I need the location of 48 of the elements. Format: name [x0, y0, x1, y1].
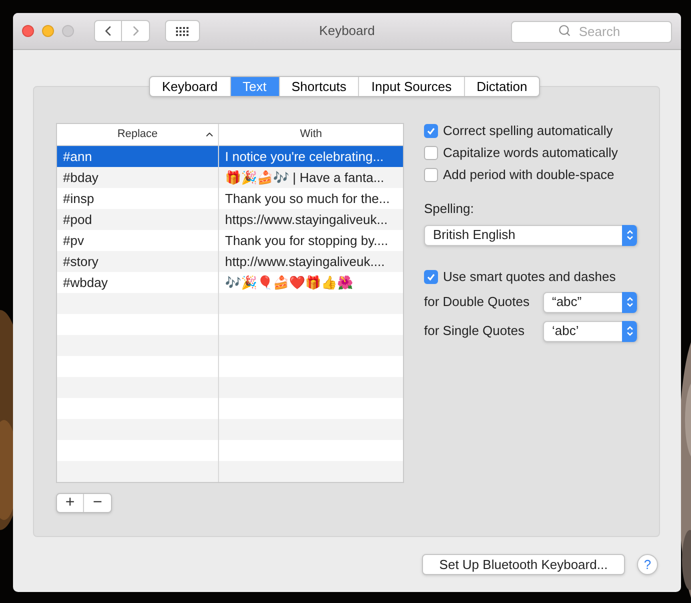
back-button[interactable] — [94, 20, 122, 42]
checkbox[interactable] — [424, 168, 438, 182]
stepper-icon — [622, 292, 637, 312]
checkmark-icon — [426, 126, 436, 136]
checkbox-label: Capitalize words automatically — [443, 144, 618, 162]
grid-icon — [176, 26, 189, 36]
quotes-label: for Single Quotes — [424, 322, 524, 340]
checkbox-label: Use smart quotes and dashes — [443, 268, 616, 286]
table-cell-text: Thank you so much for the... — [224, 190, 391, 208]
quotes-label: for Double Quotes — [424, 293, 530, 312]
checkbox[interactable] — [424, 124, 438, 138]
close-button[interactable] — [22, 25, 34, 37]
table-cell-text: Thank you for stopping by.... — [224, 232, 390, 250]
table-row[interactable]: #pod https://www.stayingaliveuk... — [57, 209, 403, 230]
tab[interactable]: Keyboard — [150, 77, 230, 96]
checkbox-label: Add period with double-space — [443, 166, 614, 184]
checkmark-icon — [426, 272, 436, 282]
tab[interactable]: Input Sources — [358, 77, 464, 96]
search-field[interactable]: Search — [511, 20, 672, 42]
spelling-label: Spelling: — [424, 200, 475, 218]
tab[interactable]: Shortcuts — [278, 77, 358, 96]
quotes-popup[interactable]: “abc” — [543, 292, 638, 312]
add-button[interactable]: + — [57, 494, 84, 512]
tab[interactable]: Dictation — [464, 77, 540, 96]
table-row[interactable]: #ann I notice you're celebrating... — [57, 146, 403, 167]
window-title: Keyboard — [318, 22, 376, 40]
quotes-popup[interactable]: ‘abc’ — [543, 320, 638, 342]
table-cell-text: 🎶🎉🎈🍰❤🎁👍🌺 — [224, 274, 354, 292]
remove-button[interactable]: − — [84, 494, 111, 512]
show-all-button[interactable] — [165, 20, 200, 42]
table-row[interactable]: #bday 🎁🎉🍰🎶 | Have a fanta... — [57, 167, 403, 188]
table-cell-text: I notice you're celebrating... — [224, 148, 385, 166]
table-cell-text: 🎁🎉🍰🎶 | Have a fanta... — [224, 169, 386, 187]
table-cell-text: https://www.stayingaliveuk... — [224, 211, 389, 229]
column-header[interactable]: With — [219, 124, 403, 145]
search-icon — [558, 24, 571, 37]
stepper-icon — [622, 224, 637, 246]
checkbox-label: Correct spelling automatically — [443, 122, 613, 140]
column-header[interactable]: Replace — [57, 124, 219, 145]
spelling-popup[interactable]: British English — [424, 224, 638, 246]
minimize-button[interactable] — [42, 25, 54, 37]
bluetooth-keyboard-button[interactable]: Set Up Bluetooth Keyboard... — [422, 554, 625, 575]
stepper-icon — [622, 320, 637, 342]
checkbox[interactable] — [424, 146, 438, 160]
table-cell-text: http://www.stayingaliveuk.... — [224, 253, 386, 271]
table-row[interactable]: #story http://www.stayingaliveuk.... — [57, 251, 403, 272]
checkbox[interactable] — [424, 270, 438, 284]
help-button[interactable]: ? — [637, 554, 658, 575]
